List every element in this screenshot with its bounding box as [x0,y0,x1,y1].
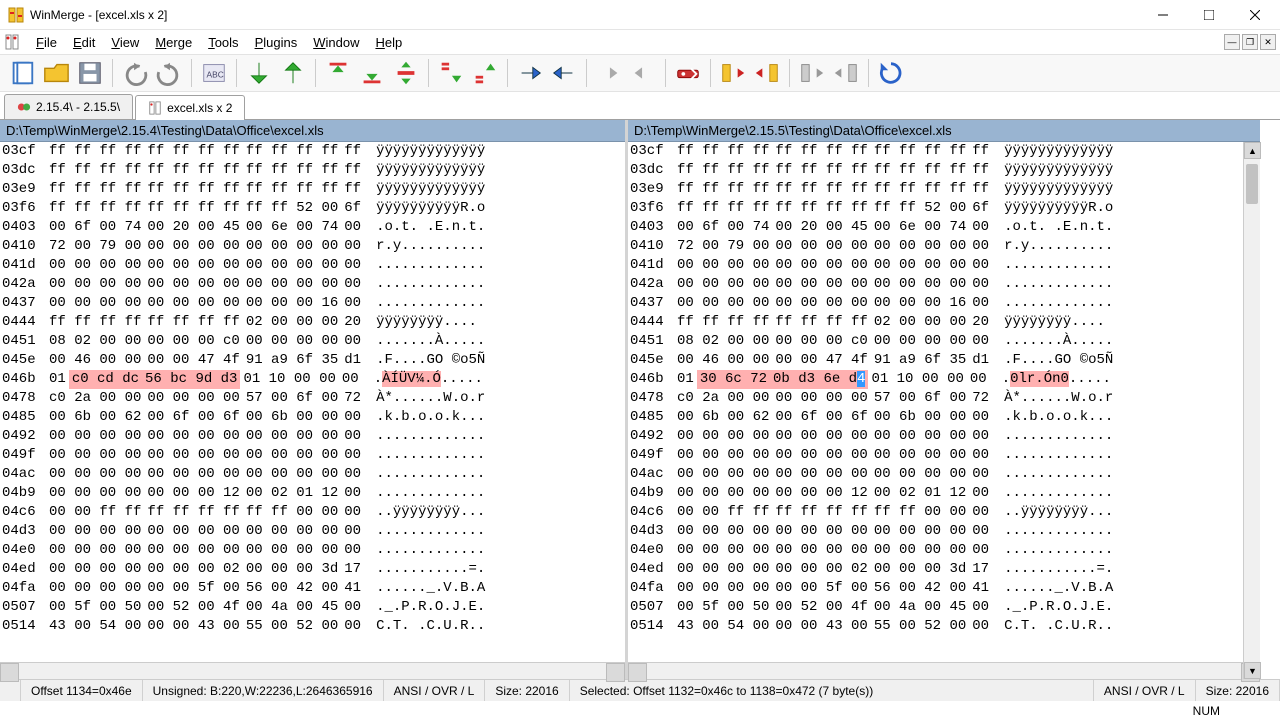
right-pane: D:\Temp\WinMerge\2.15.5\Testing\Data\Off… [628,120,1260,679]
status-left-unsigned: Unsigned: B:220,W:22236,L:2646365916 [143,680,384,701]
compare-panes: D:\Temp\WinMerge\2.15.4\Testing\Data\Off… [0,120,1280,679]
close-button[interactable] [1232,0,1278,30]
menu-edit[interactable]: Edit [65,32,103,53]
copy-left-advance-button[interactable] [627,57,659,89]
left-path-header: D:\Temp\WinMerge\2.15.4\Testing\Data\Off… [0,120,625,142]
first-diff-button[interactable] [322,57,354,89]
minimize-button[interactable] [1140,0,1186,30]
menubar: FileEditViewMergeToolsPluginsWindowHelp … [0,30,1280,54]
right-hex-view[interactable]: 03cfff ff ff ffff ff ff ffff ff ff ffffÿ… [628,142,1260,662]
right-hscroll[interactable] [628,662,1260,679]
save-button[interactable] [74,57,106,89]
last-diff-button[interactable] [356,57,388,89]
menu-merge[interactable]: Merge [147,32,200,53]
status-right-size: Size: 22016 [1196,680,1280,701]
all-left-button[interactable] [751,57,783,89]
toolbar: ABC [0,54,1280,92]
scroll-up-button[interactable]: ▲ [1244,142,1261,159]
sel-right-button[interactable] [796,57,828,89]
left-hex-view[interactable]: 03cfff ff ff ffff ff ff ffff ff ff ffffÿ… [0,142,625,662]
copy-left-button[interactable] [548,57,580,89]
maximize-button[interactable] [1186,0,1232,30]
menu-plugins[interactable]: Plugins [247,32,306,53]
tab-1[interactable]: excel.xls x 2 [135,95,245,120]
left-hscroll[interactable] [0,662,625,679]
vertical-scrollbar[interactable]: ▲ ▼ [1243,142,1260,679]
open-button[interactable] [40,57,72,89]
copy-right-advance-button[interactable] [593,57,625,89]
refresh-button[interactable] [875,57,907,89]
titlebar: WinMerge - [excel.xls x 2] [0,0,1280,30]
tab-0[interactable]: 2.15.4\ - 2.15.5\ [4,94,133,119]
undo-button[interactable] [119,57,151,89]
mdi-restore-button[interactable]: ❐ [1242,34,1258,50]
menu-help[interactable]: Help [367,32,410,53]
current-diff-button[interactable] [390,57,422,89]
sel-left-button[interactable] [830,57,862,89]
status-right-selection: Selected: Offset 1132=0x46c to 1138=0x47… [570,680,1094,701]
menu-file[interactable]: File [28,32,65,53]
menu-window[interactable]: Window [305,32,367,53]
status-right-encoding: ANSI / OVR / L [1094,680,1196,701]
options-button[interactable] [672,57,704,89]
file-diff-icon [148,101,162,115]
next-diff-button[interactable] [243,57,275,89]
folder-diff-icon [17,100,31,114]
status-left-size: Size: 22016 [485,680,569,701]
menu-tools[interactable]: Tools [200,32,246,53]
prev-diff-button[interactable] [277,57,309,89]
next-conflict-button[interactable] [435,57,467,89]
all-right-button[interactable] [717,57,749,89]
mdi-minimize-button[interactable]: — [1224,34,1240,50]
scroll-down-button[interactable]: ▼ [1244,662,1261,679]
menu-view[interactable]: View [103,32,147,53]
show-whitespace-button[interactable]: ABC [198,57,230,89]
tabbar: 2.15.4\ - 2.15.5\excel.xls x 2 [0,92,1280,120]
new-button[interactable] [6,57,38,89]
prev-conflict-button[interactable] [469,57,501,89]
scroll-thumb[interactable] [1246,164,1258,204]
status-num-indicator: NUM [1193,704,1220,718]
titlebar-text: WinMerge - [excel.xls x 2] [30,8,1140,22]
mdi-close-button[interactable]: ✕ [1260,34,1276,50]
svg-text:ABC: ABC [207,70,224,80]
left-pane: D:\Temp\WinMerge\2.15.4\Testing\Data\Off… [0,120,628,679]
copy-right-button[interactable] [514,57,546,89]
status-left-offset: Offset 1134=0x46e [21,680,143,701]
app-icon [8,7,24,23]
doc-icon [4,34,20,50]
status-left-encoding: ANSI / OVR / L [384,680,486,701]
redo-button[interactable] [153,57,185,89]
statusbar: Offset 1134=0x46e Unsigned: B:220,W:2223… [0,679,1280,701]
right-path-header: D:\Temp\WinMerge\2.15.5\Testing\Data\Off… [628,120,1260,142]
